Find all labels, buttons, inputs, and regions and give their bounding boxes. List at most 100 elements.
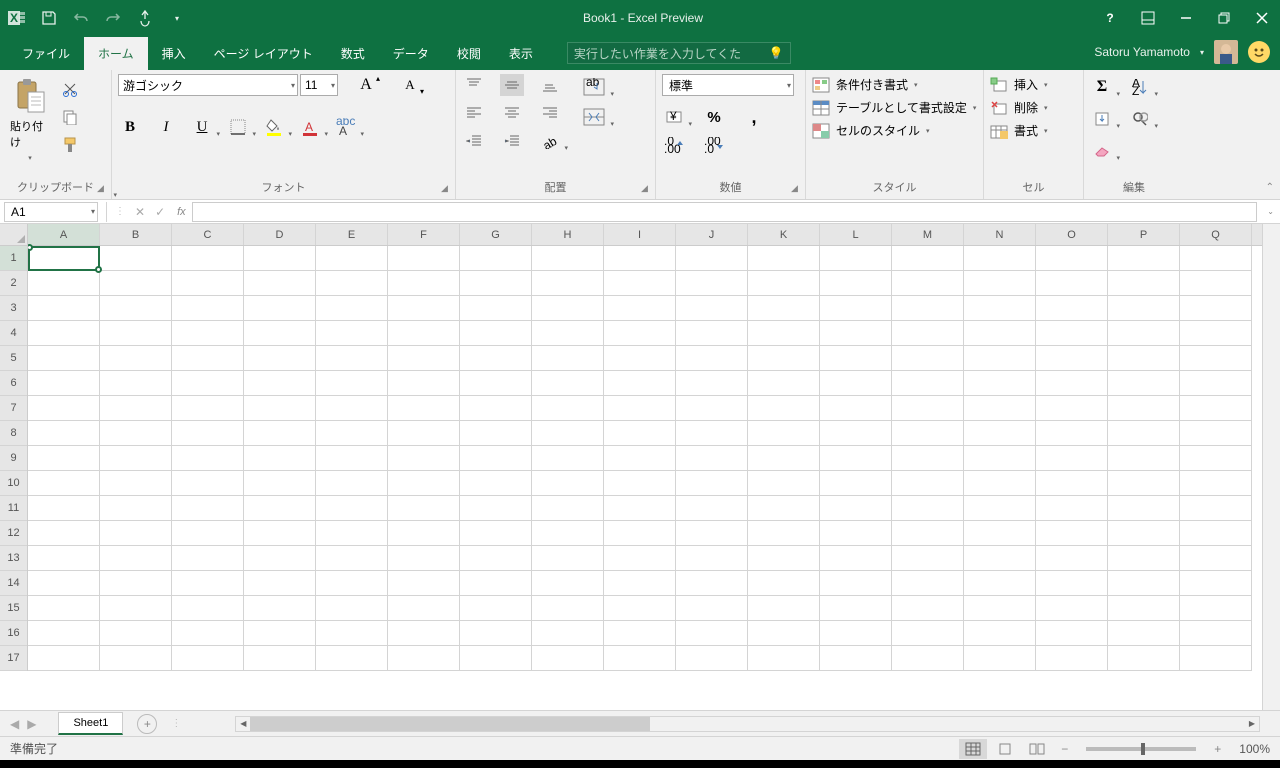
page-break-view-icon[interactable]	[1023, 739, 1051, 759]
cell[interactable]	[28, 471, 100, 496]
cell[interactable]	[388, 571, 460, 596]
cell[interactable]	[676, 296, 748, 321]
cell[interactable]	[892, 521, 964, 546]
underline-icon[interactable]: U	[190, 116, 214, 138]
close-icon[interactable]	[1252, 8, 1272, 28]
zoom-level[interactable]: 100%	[1239, 742, 1270, 756]
cell[interactable]	[820, 646, 892, 671]
align-left-icon[interactable]	[462, 102, 486, 124]
cell[interactable]	[460, 546, 532, 571]
cell[interactable]	[1180, 321, 1252, 346]
undo-icon[interactable]	[72, 9, 90, 27]
cell[interactable]	[532, 546, 604, 571]
cell[interactable]	[388, 646, 460, 671]
cell[interactable]	[100, 446, 172, 471]
cell[interactable]	[1036, 471, 1108, 496]
cell[interactable]	[1180, 271, 1252, 296]
cell[interactable]	[1108, 446, 1180, 471]
increase-decimal-icon[interactable]: .0.00	[662, 134, 686, 156]
cell[interactable]	[748, 346, 820, 371]
bold-icon[interactable]: B	[118, 116, 142, 138]
cell[interactable]	[748, 521, 820, 546]
cell[interactable]	[172, 546, 244, 571]
cell[interactable]	[172, 446, 244, 471]
cell[interactable]	[1108, 571, 1180, 596]
cell[interactable]	[100, 546, 172, 571]
cell[interactable]	[172, 396, 244, 421]
row-header[interactable]: 15	[0, 596, 27, 621]
cell[interactable]	[820, 296, 892, 321]
cell[interactable]	[172, 571, 244, 596]
cell[interactable]	[100, 571, 172, 596]
cell[interactable]	[1180, 496, 1252, 521]
cell[interactable]	[316, 571, 388, 596]
cell[interactable]	[748, 646, 820, 671]
save-icon[interactable]	[40, 9, 58, 27]
decrease-indent-icon[interactable]	[462, 130, 486, 152]
cell[interactable]	[748, 321, 820, 346]
row-header[interactable]: 5	[0, 346, 27, 371]
cell[interactable]	[964, 496, 1036, 521]
cell[interactable]	[244, 521, 316, 546]
cell[interactable]	[676, 621, 748, 646]
column-header[interactable]: Q	[1180, 224, 1252, 245]
cell[interactable]	[28, 596, 100, 621]
cell[interactable]	[676, 421, 748, 446]
row-header[interactable]: 4	[0, 321, 27, 346]
cell[interactable]	[604, 571, 676, 596]
cell[interactable]	[1108, 646, 1180, 671]
cell[interactable]	[748, 471, 820, 496]
cell[interactable]	[316, 246, 388, 271]
enter-formula-icon[interactable]: ✓	[155, 205, 165, 219]
cell[interactable]	[172, 296, 244, 321]
cell[interactable]	[316, 371, 388, 396]
autosum-icon[interactable]: Σ	[1090, 76, 1114, 98]
zoom-in-icon[interactable]: +	[1214, 742, 1221, 756]
cell[interactable]	[316, 471, 388, 496]
cell[interactable]	[28, 296, 100, 321]
cell[interactable]	[532, 596, 604, 621]
cell[interactable]	[748, 246, 820, 271]
conditional-formatting-button[interactable]: 条件付き書式▾	[812, 76, 976, 93]
cell[interactable]	[244, 246, 316, 271]
cell[interactable]	[1180, 346, 1252, 371]
cell[interactable]	[532, 646, 604, 671]
cell[interactable]	[676, 496, 748, 521]
copy-icon[interactable]	[58, 106, 82, 128]
cell[interactable]	[604, 521, 676, 546]
cell[interactable]	[460, 271, 532, 296]
cell[interactable]	[964, 371, 1036, 396]
cell[interactable]	[820, 546, 892, 571]
cell[interactable]	[820, 571, 892, 596]
cell[interactable]	[388, 546, 460, 571]
cell[interactable]	[964, 396, 1036, 421]
row-header[interactable]: 2	[0, 271, 27, 296]
row-header[interactable]: 13	[0, 546, 27, 571]
tab-file[interactable]: ファイル	[8, 37, 84, 70]
cell[interactable]	[1108, 596, 1180, 621]
cell[interactable]	[100, 296, 172, 321]
sheet-nav-next-icon[interactable]: ▶	[27, 717, 36, 731]
cell[interactable]	[28, 271, 100, 296]
cell[interactable]	[28, 521, 100, 546]
sort-filter-icon[interactable]: AZ	[1128, 76, 1152, 98]
cell[interactable]	[388, 296, 460, 321]
cell[interactable]	[316, 296, 388, 321]
cell[interactable]	[532, 296, 604, 321]
cell[interactable]	[100, 321, 172, 346]
cell[interactable]	[964, 521, 1036, 546]
cell[interactable]	[892, 371, 964, 396]
cell[interactable]	[1180, 371, 1252, 396]
cell[interactable]	[748, 296, 820, 321]
cell[interactable]	[964, 471, 1036, 496]
cell[interactable]	[28, 396, 100, 421]
insert-cells-button[interactable]: 挿入▾	[990, 76, 1048, 93]
wrap-text-icon[interactable]: ab	[580, 76, 608, 98]
paste-button[interactable]: 貼り付け ▾	[6, 74, 54, 166]
cell[interactable]	[964, 321, 1036, 346]
row-header[interactable]: 9	[0, 446, 27, 471]
cell[interactable]	[604, 646, 676, 671]
cell[interactable]	[1036, 621, 1108, 646]
cell[interactable]	[532, 471, 604, 496]
user-dropdown-icon[interactable]: ▾	[1200, 48, 1204, 57]
